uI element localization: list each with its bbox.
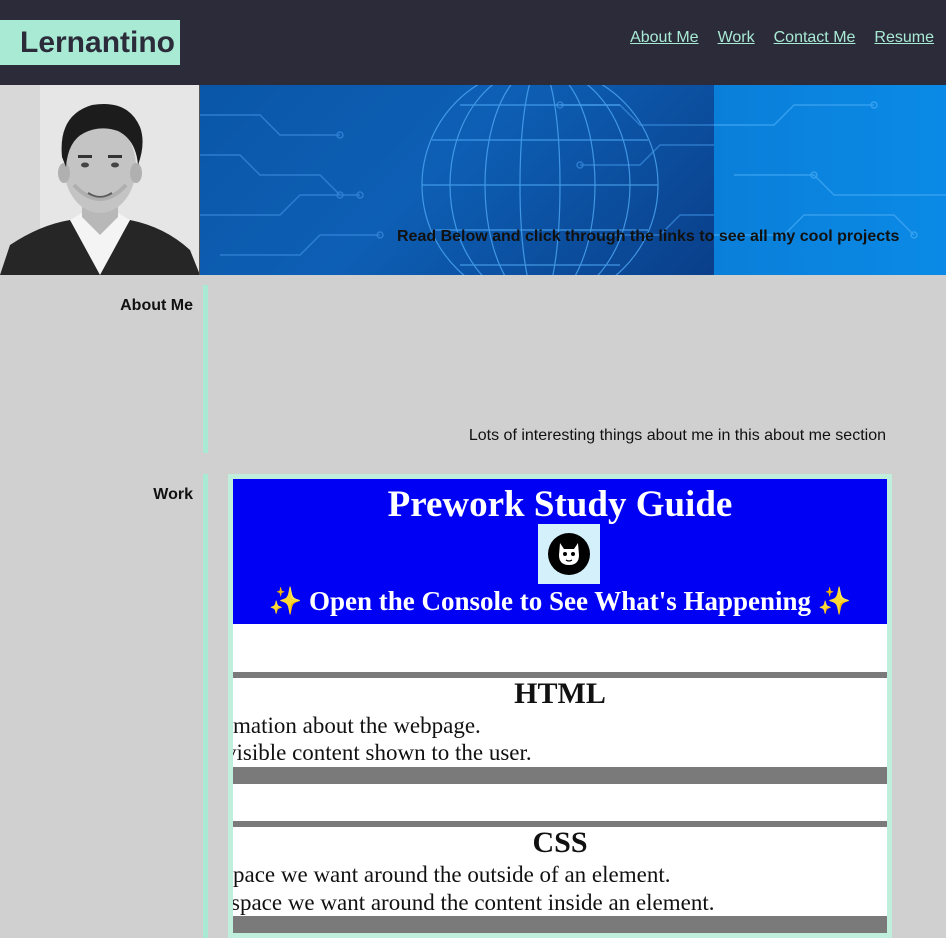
section-divider-bar (233, 767, 887, 784)
project-card-prework-study-guide[interactable]: Prework Study Guide ✨ Open the Console t… (228, 474, 892, 938)
html-line-1: mation about the webpage. (233, 713, 481, 738)
css-section-heading: CSS (532, 826, 588, 859)
hero-tagline: Read Below and click through the links t… (397, 228, 900, 245)
circuit-banner-image (200, 85, 714, 275)
css-line-1: pace we want around the outside of an el… (233, 862, 671, 887)
nav-link-work[interactable]: Work (718, 29, 755, 47)
profile-photo (0, 85, 200, 275)
hero-banner: Read Below and click through the links t… (0, 85, 946, 275)
nav-link-contact-me[interactable]: Contact Me (774, 29, 856, 47)
main-nav: About Me Work Contact Me Resume (630, 29, 934, 47)
nav-link-resume[interactable]: Resume (874, 29, 934, 47)
preview-header: Prework Study Guide ✨ Open the Console t… (233, 479, 887, 624)
work-heading: Work (153, 486, 193, 503)
site-logo[interactable]: Lernantino (0, 20, 180, 65)
sparkle-icon: ✨ (268, 586, 303, 616)
html-section-heading: HTML (514, 677, 606, 710)
preview-title: Prework Study Guide (387, 484, 733, 525)
sparkle-icon: ✨ (817, 586, 852, 616)
section-divider-bar (233, 916, 887, 933)
circuit-banner-image-right (714, 85, 946, 275)
about-me-text: Lots of interesting things about me in t… (468, 427, 886, 444)
preview-subtitle-text: Open the Console to See What's Happening (308, 586, 812, 616)
about-divider (203, 285, 208, 453)
html-line-2: visible content shown to the user. (228, 740, 532, 765)
css-line-2: space we want around the content inside … (231, 890, 715, 915)
site-header: Lernantino About Me Work Contact Me Resu… (0, 0, 946, 85)
about-me-heading: About Me (120, 297, 193, 314)
preview-subtitle: ✨ Open the Console to See What's Happeni… (233, 585, 887, 617)
cat-logo-icon (538, 524, 600, 584)
work-divider (203, 474, 208, 938)
nav-link-about-me[interactable]: About Me (630, 29, 698, 47)
